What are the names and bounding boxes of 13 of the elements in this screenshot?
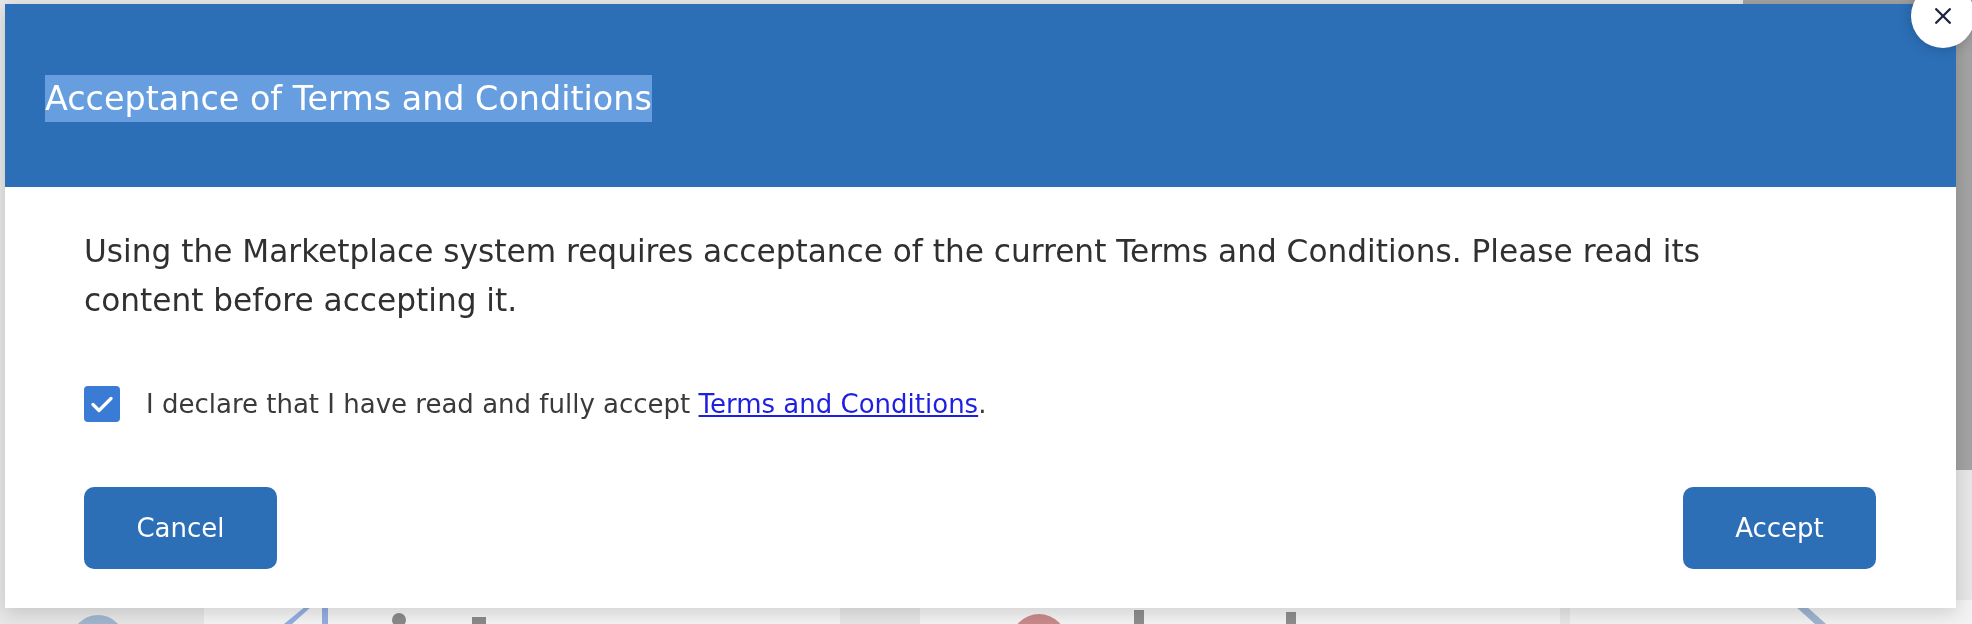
cancel-button[interactable]: Cancel [84, 487, 277, 569]
message-text: Using the Marketplace system requires acceptance of the current Terms and Conditions. Please read its content before accepting it. [84, 232, 1701, 320]
checkmark-icon [91, 395, 113, 413]
background-bar [472, 617, 486, 624]
terms-link[interactable]: Terms and Conditions [698, 389, 979, 419]
close-icon [1935, 8, 1951, 24]
dialog-title: Acceptance of Terms and Conditions [45, 75, 652, 122]
background-bar [1134, 610, 1144, 624]
agreement-label: I declare that I have read and fully accept Terms and Conditions. [146, 389, 987, 419]
agreement-checkbox[interactable] [84, 386, 120, 422]
background-bar [1286, 612, 1296, 624]
accept-button[interactable]: Accept [1683, 487, 1876, 569]
background-shape [284, 606, 328, 624]
